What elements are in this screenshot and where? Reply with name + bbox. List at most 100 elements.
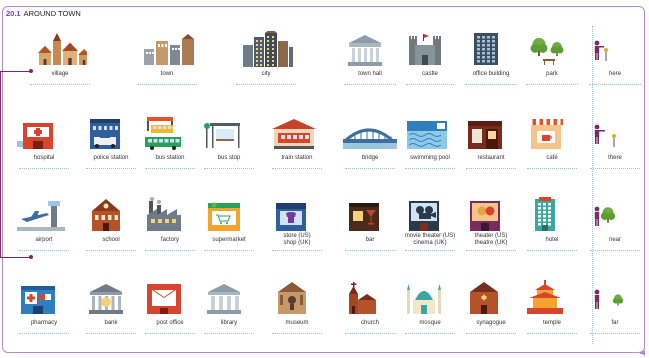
vocab-label: airport: [35, 237, 53, 243]
vocab-label: theater (US) theatre (UK): [474, 233, 508, 246]
dotted-underline: [465, 84, 517, 85]
vocab-item: bus stop: [200, 111, 258, 177]
vocab-label: synagogue: [476, 320, 506, 326]
dotted-underline: [272, 168, 322, 169]
supermarket-icon: [208, 202, 240, 231]
vocab-item: town hall: [340, 27, 400, 93]
dotted-underline: [590, 333, 640, 334]
post-office-icon: [147, 284, 181, 314]
temple-icon: [527, 280, 563, 314]
vocab-item: city: [232, 27, 300, 93]
person-near-tree-icon: [594, 206, 616, 226]
vocab-item: pharmacy: [15, 276, 73, 342]
dotted-underline: [204, 333, 254, 334]
pharmacy-icon: [21, 286, 55, 314]
park-icon: [530, 37, 564, 65]
dotted-underline: [236, 84, 296, 85]
vocab-label: castle: [422, 71, 438, 77]
vocab-item: museum: [268, 276, 326, 342]
hotel-icon: [535, 197, 555, 231]
vocab-label: bus stop: [217, 155, 241, 161]
museum-icon: [278, 282, 306, 314]
office-building-icon: [474, 33, 498, 65]
theatre-icon: [470, 201, 500, 231]
town-hall-icon: [348, 35, 382, 66]
vocab-item: library: [200, 276, 258, 342]
vocab-label: church: [360, 320, 379, 326]
vocab-label: swimming pool: [410, 155, 450, 161]
vocab-item: swimming pool: [401, 111, 459, 177]
dotted-underline: [527, 168, 577, 169]
vocab-item: restaurant: [462, 111, 520, 177]
dotted-underline: [145, 333, 195, 334]
town-icon: [144, 34, 194, 65]
vocab-item: bar: [341, 193, 399, 259]
dotted-underline: [204, 168, 254, 169]
vocab-label: there: [608, 155, 622, 161]
vocab-label: police station: [93, 155, 129, 161]
audio-speaker-icon[interactable]: [640, 349, 648, 357]
vocab-item: synagogue: [462, 276, 520, 342]
vocab-item: bus station: [141, 111, 199, 177]
police-station-icon: [90, 119, 120, 149]
vocab-item: church: [341, 276, 399, 342]
dotted-underline: [19, 168, 69, 169]
vocab-label: park: [546, 71, 558, 77]
dotted-underline: [527, 333, 577, 334]
vocab-label: café: [546, 155, 558, 161]
dotted-underline: [405, 168, 455, 169]
vocab-label: school: [102, 237, 120, 243]
vocab-label: museum: [285, 320, 309, 326]
vocab-label: factory: [160, 237, 179, 243]
vocab-item: airport: [15, 193, 73, 259]
vocab-item: near: [586, 193, 644, 259]
vocab-label: temple: [542, 320, 561, 326]
dotted-underline: [19, 333, 69, 334]
vocab-item: supermarket: [200, 193, 258, 259]
vocab-label: store (US) shop (UK): [283, 233, 311, 246]
dotted-underline: [137, 84, 197, 85]
dotted-underline: [527, 250, 577, 251]
dotted-underline: [405, 250, 455, 251]
dotted-underline: [204, 250, 254, 251]
dotted-underline: [589, 84, 641, 85]
vocab-item: police station: [82, 111, 140, 177]
airport-icon: [17, 201, 65, 231]
dotted-underline: [272, 250, 322, 251]
vocab-label: here: [608, 71, 621, 77]
vocab-item: far: [586, 276, 644, 342]
vocab-label: bar: [365, 237, 375, 243]
synagogue-icon: [470, 282, 498, 314]
dotted-underline: [86, 333, 136, 334]
dotted-underline: [30, 84, 90, 85]
person-here-icon: [594, 40, 608, 61]
factory-icon: [147, 197, 181, 231]
vocab-label: bank: [104, 320, 118, 326]
vocab-item: castle: [402, 27, 458, 93]
restaurant-icon: [468, 121, 502, 149]
vocab-label: hotel: [545, 237, 559, 243]
vocab-item: café: [523, 111, 581, 177]
vocab-item: train station: [268, 111, 326, 177]
dotted-underline: [466, 250, 516, 251]
vocab-item: there: [586, 111, 644, 177]
vocab-item: office building: [461, 27, 521, 93]
bus-station-icon: [145, 117, 181, 150]
section-title: 20.1 AROUND TOWN: [6, 9, 81, 18]
vocab-label: bridge: [361, 155, 379, 161]
vocab-label: town hall: [358, 71, 382, 77]
vocab-label: office building: [472, 71, 510, 77]
vocab-item: town: [133, 27, 201, 93]
school-icon: [92, 199, 120, 231]
vocab-item: bank: [82, 276, 140, 342]
dotted-underline: [145, 250, 195, 251]
vocab-label: town: [160, 71, 174, 77]
dotted-underline: [590, 168, 640, 169]
hospital-icon: [17, 123, 53, 149]
library-icon: [207, 284, 241, 314]
cinema-icon: [409, 201, 439, 231]
village-icon: [38, 33, 87, 65]
dotted-underline: [272, 333, 322, 334]
vocab-label: restaurant: [477, 155, 505, 161]
dotted-underline: [466, 333, 516, 334]
